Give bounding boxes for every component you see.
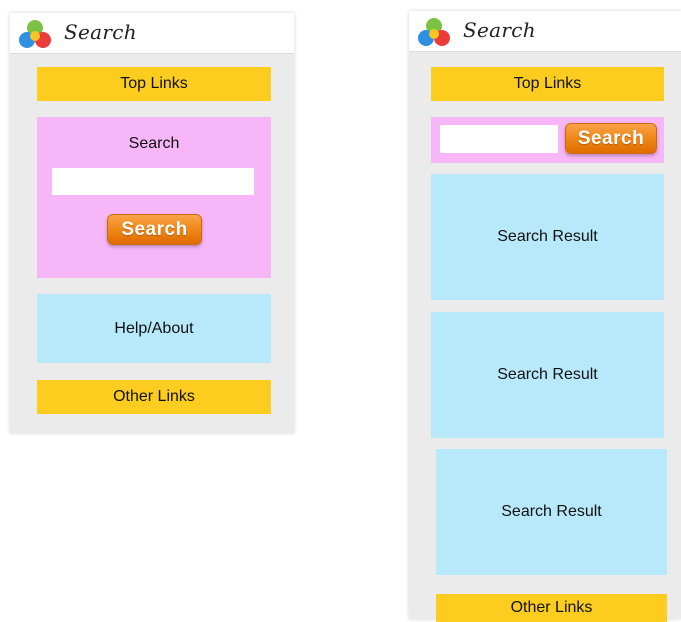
search-result-item[interactable]: Search Result	[436, 449, 667, 575]
search-result-item[interactable]: Search Result	[431, 174, 664, 300]
other-links-bar[interactable]: Other Links	[37, 380, 271, 414]
app-logo-icon	[417, 16, 451, 50]
title-bar: Search	[10, 13, 294, 54]
search-button[interactable]: Search	[565, 123, 657, 154]
title-bar: Search	[409, 11, 681, 52]
search-input[interactable]	[440, 125, 558, 153]
other-links-bar[interactable]: Other Links	[436, 594, 667, 622]
search-home-screen: Search Top Links Search Search Help/Abou…	[10, 13, 294, 433]
help-about-link[interactable]: Help/About	[37, 294, 271, 363]
search-result-item[interactable]: Search Result	[431, 312, 664, 438]
top-links-bar[interactable]: Top Links	[431, 67, 664, 101]
top-links-bar[interactable]: Top Links	[37, 67, 271, 101]
search-panel-label: Search	[128, 135, 180, 152]
search-input[interactable]	[52, 168, 254, 195]
app-logo-icon	[18, 18, 52, 52]
app-title: Search	[64, 20, 137, 44]
app-title: Search	[463, 18, 536, 42]
search-button[interactable]: Search	[107, 214, 202, 245]
search-results-screen: Search Top Links Search Search Result Se…	[409, 11, 681, 622]
